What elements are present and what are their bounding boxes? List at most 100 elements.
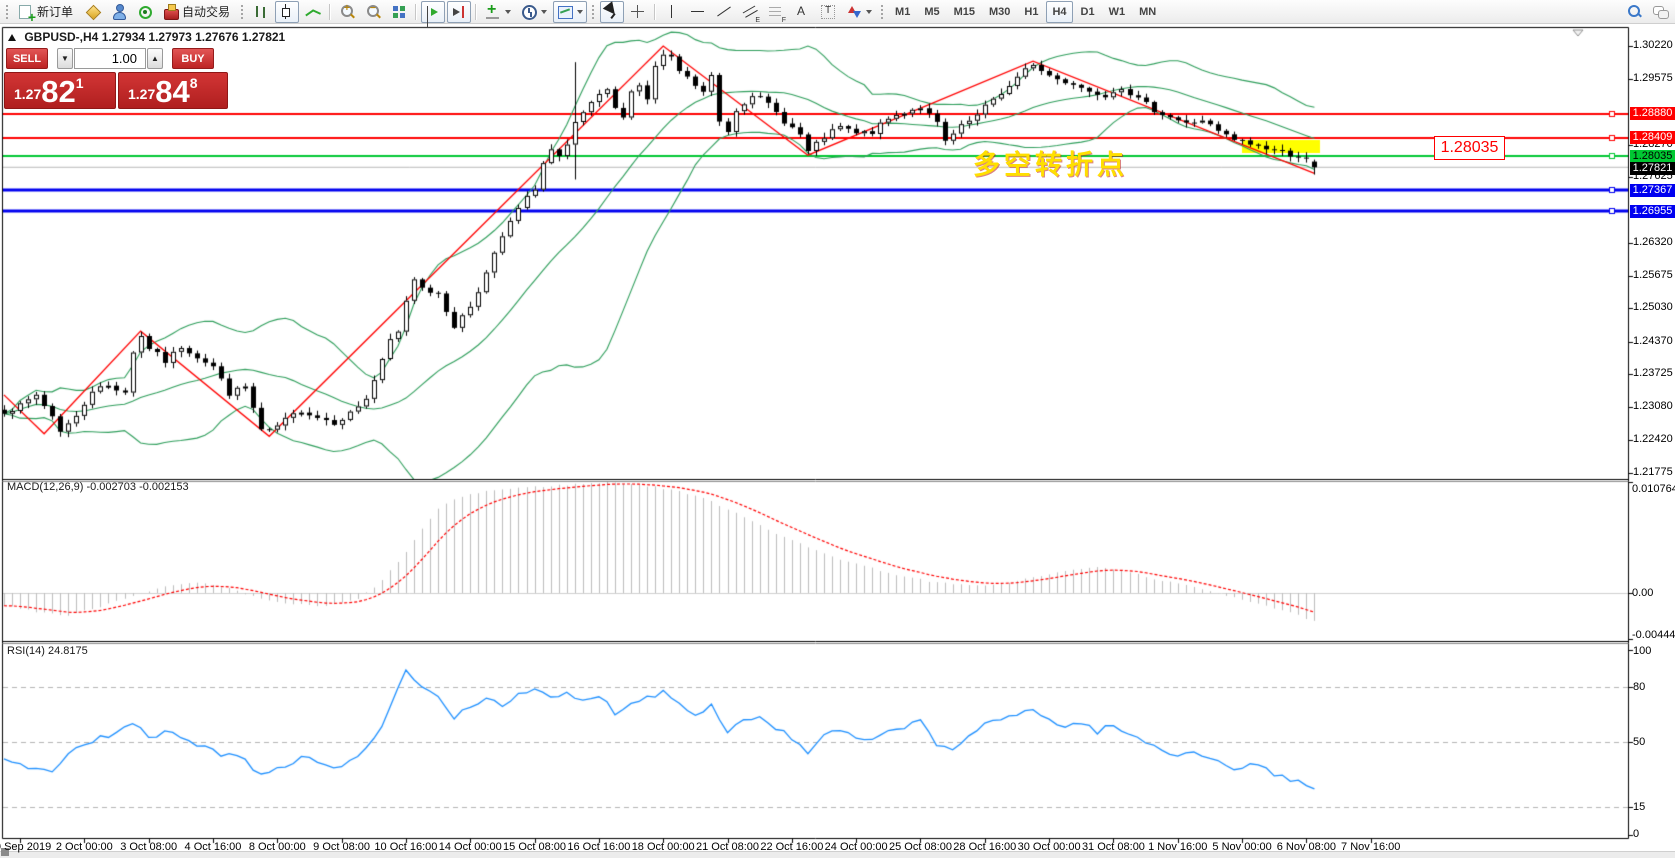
- profiles-button[interactable]: [81, 1, 105, 23]
- chevron-down-icon[interactable]: [577, 9, 584, 14]
- template-icon: [556, 3, 574, 21]
- price-axis-tick-label: 1.26320: [1633, 236, 1673, 249]
- price-axis-tick-label: 1.22420: [1633, 433, 1673, 446]
- time-axis-label: 3 Oct 08:00: [120, 841, 178, 853]
- chat-button[interactable]: [1648, 1, 1672, 23]
- timeframe-h4-button[interactable]: H4: [1046, 0, 1073, 23]
- signals-button[interactable]: [133, 1, 157, 23]
- new-order-button[interactable]: 新订单: [14, 1, 79, 25]
- time-axis-label: 21 Oct 08:00: [696, 841, 760, 853]
- volume-up-button[interactable]: ▲: [147, 48, 163, 69]
- auto-scroll-button[interactable]: [421, 0, 446, 23]
- price-axis-tick-label: 1.29575: [1633, 71, 1673, 84]
- timeframe-mn-button-label: MN: [1139, 5, 1157, 18]
- sell-price-prefix: 1.27: [14, 86, 42, 102]
- crosshair-button[interactable]: [626, 1, 650, 23]
- buy-price-button[interactable]: 1.27 84 8: [118, 72, 228, 109]
- new-order-icon: [17, 3, 36, 25]
- timeframe-m30-button-label: M30: [989, 5, 1011, 18]
- person-icon: [110, 3, 128, 21]
- rsi-axis-tick-label: 15: [1633, 801, 1646, 814]
- toolbar-separator: [329, 3, 332, 20]
- trendline-button[interactable]: [712, 1, 736, 23]
- volume-down-button[interactable]: ▼: [57, 48, 73, 69]
- candlestick-chart-button[interactable]: [275, 0, 300, 23]
- chart-canvas[interactable]: [0, 0, 1675, 857]
- new-order-button-label: 新订单: [37, 5, 74, 19]
- timeframe-m5-button[interactable]: M5: [918, 1, 945, 23]
- signal-icon: [136, 3, 154, 21]
- chevron-down-icon[interactable]: [541, 9, 548, 14]
- chevron-down-icon[interactable]: [866, 9, 873, 14]
- templates-button[interactable]: [553, 0, 588, 23]
- clock-icon: [520, 3, 538, 21]
- price-alert-callout[interactable]: 1.28035: [1434, 136, 1505, 160]
- trendline-icon: [715, 3, 733, 21]
- indicators-button[interactable]: [481, 1, 515, 23]
- auto-trading-button[interactable]: 自动交易: [159, 1, 236, 23]
- zoom-in-button[interactable]: [335, 1, 359, 23]
- price-level-label: 1.27367: [1630, 183, 1675, 197]
- time-axis-label: 31 Oct 08:00: [1081, 841, 1145, 853]
- price-axis-tick-label: 1.25030: [1633, 301, 1673, 314]
- periods-button[interactable]: [517, 1, 551, 23]
- timeframe-h4-button-label: H4: [1052, 5, 1067, 18]
- timeframe-h1-button[interactable]: H1: [1018, 1, 1044, 23]
- volume-input[interactable]: [74, 48, 146, 69]
- sell-button[interactable]: SELL: [6, 48, 48, 69]
- timeframe-m30-button[interactable]: M30: [983, 1, 1016, 23]
- ohlc-values-label: 1.27934 1.27973 1.27676 1.27821: [101, 30, 286, 44]
- buy-button[interactable]: BUY: [172, 48, 214, 69]
- vertical-line-button[interactable]: [660, 1, 684, 23]
- time-axis-label: 7 Nov 16:00: [1341, 841, 1401, 853]
- search-button[interactable]: [1622, 1, 1646, 23]
- toolbar-grip: [240, 3, 246, 20]
- zoom-out-button[interactable]: [361, 1, 385, 23]
- timeframe-m15-button-label: M15: [953, 5, 975, 18]
- candlestick-icon: [278, 3, 296, 21]
- indicators-icon: [484, 1, 502, 21]
- price-axis-tick-label: 1.23080: [1633, 399, 1673, 412]
- collapse-panel-icon[interactable]: [8, 34, 16, 41]
- chevron-down-icon[interactable]: [505, 9, 512, 14]
- cursor-button[interactable]: [600, 0, 625, 23]
- price-axis-tick-label: 1.30220: [1633, 39, 1673, 51]
- timeframe-mn-button[interactable]: MN: [1133, 1, 1162, 23]
- bar-chart-button[interactable]: [249, 1, 273, 23]
- sell-price-button[interactable]: 1.27 82 1: [4, 72, 116, 109]
- rsi-indicator-label: RSI(14) 24.8175: [7, 645, 88, 657]
- gold-diamond-icon: [84, 3, 102, 21]
- time-axis-label: 24 Oct 00:00: [824, 841, 888, 853]
- macd-indicator-label: MACD(12,26,9) -0.002703 -0.002153: [7, 481, 189, 493]
- timeframe-d1-button[interactable]: D1: [1075, 1, 1101, 23]
- time-axis-label: 6 Nov 08:00: [1276, 841, 1337, 853]
- text-label-button[interactable]: [816, 1, 840, 23]
- timeframe-m1-button-label: M1: [895, 5, 911, 18]
- price-level-label: 1.28880: [1630, 107, 1675, 121]
- time-axis-label: 1 Nov 16:00: [1148, 841, 1208, 853]
- equidistant-channel-button[interactable]: [738, 1, 762, 24]
- horizontal-line-icon: [689, 3, 707, 21]
- macd-axis-tick-label: -0.004446: [1632, 629, 1675, 641]
- symbol-period-label: GBPUSD-,H4: [24, 30, 99, 44]
- timeframe-h1-button-label: H1: [1024, 5, 1039, 18]
- chart-shift-button[interactable]: [447, 0, 472, 23]
- fibonacci-icon: [767, 3, 786, 24]
- timeframe-m15-button[interactable]: M15: [948, 1, 981, 23]
- buy-price-prefix: 1.27: [128, 86, 156, 102]
- line-chart-button[interactable]: [301, 1, 325, 23]
- community-button[interactable]: [107, 1, 131, 23]
- vertical-line-icon: [663, 3, 681, 21]
- text-button[interactable]: [790, 1, 814, 23]
- tile-windows-button[interactable]: [387, 1, 411, 23]
- trading-app-window: 新订单 自动交易 M1 M5 M15 M30 H1 H4 D1 W1 MN GBPUSD-,H4 1…: [0, 0, 1675, 858]
- price-level-label: 1.28409: [1630, 131, 1675, 145]
- fibonacci-button[interactable]: [764, 1, 788, 24]
- arrows-button[interactable]: [842, 1, 876, 23]
- timeframe-w1-button[interactable]: W1: [1103, 1, 1132, 23]
- horizontal-line-button[interactable]: [686, 1, 710, 23]
- turning-point-annotation: 多空转折点: [973, 150, 1128, 180]
- timeframe-m1-button[interactable]: M1: [889, 1, 916, 23]
- timeframe-d1-button-label: D1: [1080, 5, 1095, 18]
- text-label-icon: [819, 3, 837, 21]
